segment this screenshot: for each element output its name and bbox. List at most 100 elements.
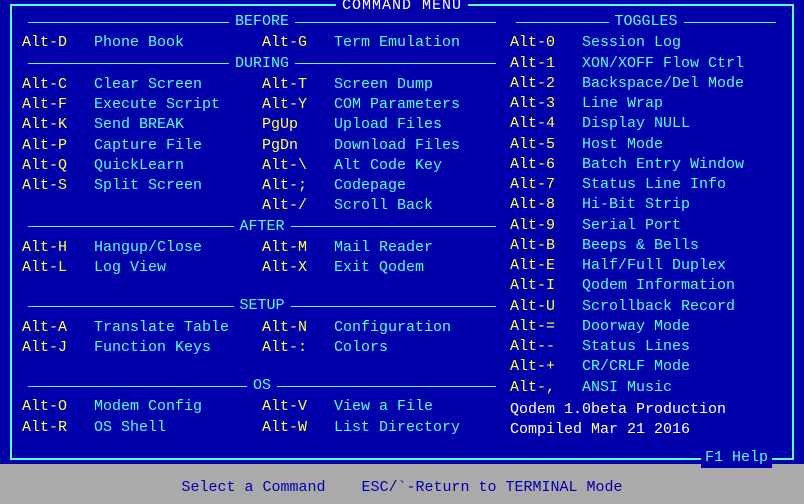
command-menu-frame: COMMAND MENU BEFORE Alt-DPhone Book Alt-…: [10, 4, 794, 460]
menu-row[interactable]: Alt-5Host Mode: [510, 135, 782, 155]
menu-row[interactable]: Alt-BBeeps & Bells: [510, 236, 782, 256]
shortcut-key: Alt-8: [510, 195, 582, 215]
section-toggles-header: TOGGLES: [510, 12, 782, 32]
status-escape-hint: ESC/`-Return to TERMINAL Mode: [361, 478, 622, 498]
shortcut-key: Alt-B: [510, 236, 582, 256]
shortcut-key: Alt-S: [22, 176, 94, 196]
shortcut-key: Alt-W: [262, 418, 334, 438]
shortcut-desc: Alt Code Key: [334, 156, 442, 176]
menu-row[interactable]: Alt--Status Lines: [510, 337, 782, 357]
shortcut-desc: List Directory: [334, 418, 460, 438]
menu-row[interactable]: Alt-0Session Log: [510, 33, 782, 53]
shortcut-desc: Codepage: [334, 176, 406, 196]
shortcut-key: Alt-9: [510, 216, 582, 236]
menu-row[interactable]: Alt-ROS ShellAlt-WList Directory: [22, 418, 502, 438]
shortcut-desc: Half/Full Duplex: [582, 256, 726, 276]
shortcut-desc: Hi-Bit Strip: [582, 195, 690, 215]
shortcut-desc: Scrollback Record: [582, 297, 735, 317]
shortcut-key: Alt-U: [510, 297, 582, 317]
shortcut-key: PgUp: [262, 115, 334, 135]
shortcut-desc: Split Screen: [94, 176, 202, 196]
terminal-screen: COMMAND MENU BEFORE Alt-DPhone Book Alt-…: [0, 0, 804, 464]
menu-row[interactable]: Alt-2Backspace/Del Mode: [510, 74, 782, 94]
shortcut-desc: QuickLearn: [94, 156, 184, 176]
menu-row[interactable]: Alt-UScrollback Record: [510, 297, 782, 317]
menu-row[interactable]: Alt-,ANSI Music: [510, 378, 782, 398]
shortcut-key: Alt-+: [510, 357, 582, 377]
menu-row[interactable]: Alt-6Batch Entry Window: [510, 155, 782, 175]
shortcut-desc: Display NULL: [582, 114, 690, 134]
shortcut-desc: Serial Port: [582, 216, 681, 236]
menu-row[interactable]: Alt-=Doorway Mode: [510, 317, 782, 337]
shortcut-key: Alt-I: [510, 276, 582, 296]
menu-row[interactable]: Alt-EHalf/Full Duplex: [510, 256, 782, 276]
section-during-header: DURING: [22, 54, 502, 74]
shortcut-desc: Execute Script: [94, 95, 220, 115]
shortcut-key: Alt-N: [262, 318, 334, 338]
shortcut-desc: Status Line Info: [582, 175, 726, 195]
menu-row[interactable]: Alt-IQodem Information: [510, 276, 782, 296]
menu-row[interactable]: Alt-CClear ScreenAlt-TScreen Dump: [22, 75, 502, 95]
shortcut-desc: Scroll Back: [334, 196, 433, 216]
menu-row[interactable]: Alt-1XON/XOFF Flow Ctrl: [510, 54, 782, 74]
f1-help-hint: F1 Help: [701, 448, 772, 468]
compiled-line: Compiled Mar 21 2016: [510, 420, 782, 440]
status-bar: Select a Command ESC/`-Return to TERMINA…: [0, 464, 804, 504]
menu-row[interactable]: Alt-DPhone Book Alt-GTerm Emulation: [22, 33, 502, 53]
shortcut-desc: Line Wrap: [582, 94, 663, 114]
shortcut-key: Alt-C: [22, 75, 94, 95]
shortcut-key: Alt-3: [510, 94, 582, 114]
shortcut-key: Alt-/: [262, 196, 334, 216]
shortcut-key: Alt-4: [510, 114, 582, 134]
shortcut-key: Alt-Q: [22, 156, 94, 176]
shortcut-key: Alt-K: [22, 115, 94, 135]
shortcut-desc: Mail Reader: [334, 238, 433, 258]
shortcut-desc: Session Log: [582, 33, 681, 53]
menu-row[interactable]: Alt-JFunction KeysAlt-:Colors: [22, 338, 502, 358]
shortcut-key: Alt-=: [510, 317, 582, 337]
menu-row[interactable]: Alt-3Line Wrap: [510, 94, 782, 114]
menu-row[interactable]: Alt-/Scroll Back: [22, 196, 502, 216]
shortcut-desc: Phone Book: [94, 33, 184, 53]
shortcut-desc: Modem Config: [94, 397, 202, 417]
shortcut-key: Alt-O: [22, 397, 94, 417]
menu-row[interactable]: Alt-ATranslate TableAlt-NConfiguration: [22, 318, 502, 338]
version-line: Qodem 1.0beta Production: [510, 400, 782, 420]
menu-row[interactable]: Alt-+CR/CRLF Mode: [510, 357, 782, 377]
menu-row[interactable]: Alt-HHangup/CloseAlt-MMail Reader: [22, 238, 502, 258]
shortcut-key: Alt-M: [262, 238, 334, 258]
shortcut-desc: Function Keys: [94, 338, 211, 358]
menu-row[interactable]: Alt-7Status Line Info: [510, 175, 782, 195]
menu-row[interactable]: Alt-OModem ConfigAlt-VView a File: [22, 397, 502, 417]
shortcut-desc: Status Lines: [582, 337, 690, 357]
menu-row[interactable]: Alt-SSplit Screen Alt-;Codepage: [22, 176, 502, 196]
shortcut-desc: Exit Qodem: [334, 258, 424, 278]
shortcut-desc: ANSI Music: [582, 378, 672, 398]
shortcut-key: Alt-F: [22, 95, 94, 115]
menu-row[interactable]: Alt-9Serial Port: [510, 216, 782, 236]
shortcut-key: PgDn: [262, 136, 334, 156]
menu-row[interactable]: Alt-KSend BREAKPgUpUpload Files: [22, 115, 502, 135]
shortcut-desc: Beeps & Bells: [582, 236, 699, 256]
shortcut-key: Alt-P: [22, 136, 94, 156]
status-prompt: Select a Command: [181, 478, 325, 498]
shortcut-key: Alt-6: [510, 155, 582, 175]
shortcut-key: [22, 196, 94, 216]
shortcut-key: Alt-;: [262, 176, 334, 196]
shortcut-desc: XON/XOFF Flow Ctrl: [582, 54, 744, 74]
shortcut-key: Alt-,: [510, 378, 582, 398]
menu-row[interactable]: Alt-QQuickLearnAlt-\Alt Code Key: [22, 156, 502, 176]
menu-row[interactable]: Alt-LLog ViewAlt-XExit Qodem: [22, 258, 502, 278]
shortcut-desc: Download Files: [334, 136, 460, 156]
shortcut-desc: Capture File: [94, 136, 202, 156]
shortcut-desc: Screen Dump: [334, 75, 433, 95]
shortcut-desc: View a File: [334, 397, 433, 417]
section-after-header: AFTER: [22, 217, 502, 237]
shortcut-key: Alt-A: [22, 318, 94, 338]
shortcut-desc: Hangup/Close: [94, 238, 202, 258]
menu-row[interactable]: Alt-8Hi-Bit Strip: [510, 195, 782, 215]
menu-row[interactable]: Alt-PCapture File PgDnDownload Files: [22, 136, 502, 156]
menu-row[interactable]: Alt-4Display NULL: [510, 114, 782, 134]
shortcut-key: Alt-G: [262, 33, 334, 53]
menu-row[interactable]: Alt-FExecute ScriptAlt-YCOM Parameters: [22, 95, 502, 115]
